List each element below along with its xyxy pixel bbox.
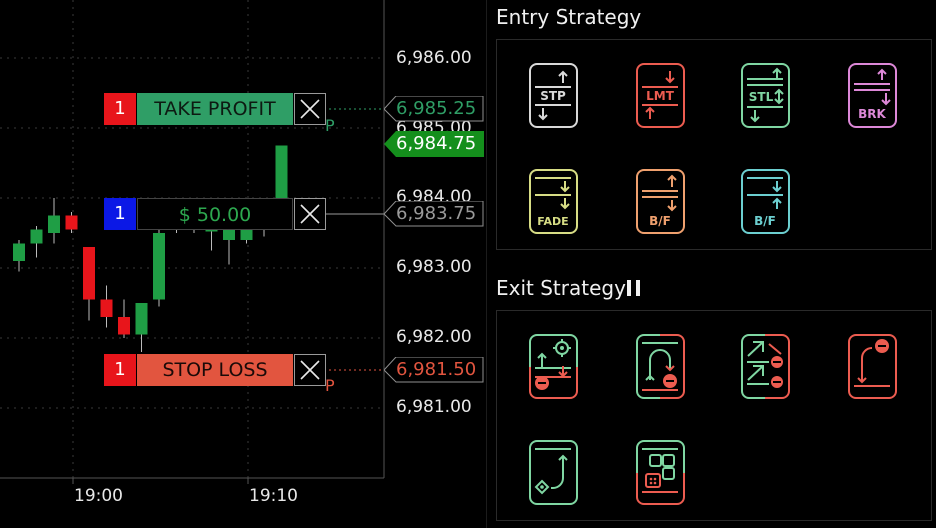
stop-limit-entry-icon: STL — [741, 63, 790, 128]
take-profit-marker: P — [325, 116, 335, 135]
time-axis-label: 19:10 — [249, 486, 298, 506]
exit-strategy-title: Exit Strategy — [496, 276, 626, 300]
price-chart[interactable]: 6,986.00 6,985.00 6,984.00 6,983.00 6,98… — [0, 0, 486, 528]
stop-loss-label[interactable]: STOP LOSS — [137, 354, 293, 386]
exit-target-stop-button[interactable] — [529, 334, 579, 400]
entry-breakout-button[interactable]: BRK — [848, 63, 898, 129]
candle-body — [100, 299, 113, 317]
candle-body — [153, 233, 165, 300]
exit-target-only-button[interactable] — [529, 440, 579, 506]
stop-exit-icon — [848, 334, 897, 399]
target-exit-icon — [529, 334, 578, 399]
exit-grid-button[interactable] — [636, 440, 686, 506]
stop-loss-marker: P — [325, 376, 335, 395]
stop-entry-icon: STP — [529, 63, 578, 128]
price-axis-label: 6,983.00 — [396, 257, 472, 277]
panel-divider — [486, 0, 487, 528]
exit-scale-out-button[interactable] — [741, 334, 791, 400]
entry-button-label: BRK — [858, 107, 886, 121]
close-icon — [300, 360, 320, 380]
order-qty[interactable]: 1 — [104, 93, 136, 125]
entry-break-fade-button[interactable]: B/F — [636, 169, 686, 235]
cancel-take-profit-button[interactable] — [294, 93, 326, 125]
pause-icon[interactable] — [627, 280, 641, 296]
entry-stop-limit-button[interactable]: STL — [741, 63, 791, 129]
scale-out-exit-icon — [741, 334, 790, 399]
stop-loss-price: 6,981.50 — [396, 359, 477, 380]
target-only-exit-icon — [529, 440, 578, 505]
candle-body — [223, 229, 235, 240]
take-profit-price: 6,985.25 — [396, 98, 477, 119]
entry-button-label: STL — [749, 90, 774, 104]
cancel-stop-loss-button[interactable] — [294, 354, 326, 386]
time-axis-label: 19:00 — [74, 486, 123, 506]
breakout-entry-icon: BRK — [848, 63, 897, 128]
close-position-button[interactable] — [294, 198, 326, 230]
close-icon — [300, 204, 320, 224]
position-pnl[interactable]: $ 50.00 — [137, 198, 293, 230]
entry-stop-button[interactable]: STP — [529, 63, 579, 129]
current-price: 6,984.75 — [396, 133, 477, 154]
candle-body — [83, 247, 95, 300]
exit-reverse-button[interactable] — [636, 334, 686, 400]
entry-strategy-panel: STP LMT STL BRK FADE B/F B/F — [496, 39, 932, 250]
candle-body — [275, 145, 288, 198]
position-price: 6,983.75 — [396, 203, 477, 224]
entry-button-label: B/F — [649, 214, 671, 228]
limit-entry-icon: LMT — [636, 63, 685, 128]
take-profit-label[interactable]: TAKE PROFIT — [137, 93, 293, 125]
entry-break-fade-alt-button[interactable]: B/F — [741, 169, 791, 235]
order-qty[interactable]: 1 — [104, 354, 136, 386]
position-qty[interactable]: 1 — [104, 198, 136, 230]
candle-body — [48, 215, 60, 233]
fade-entry-icon: FADE — [529, 169, 578, 234]
exit-strategy-panel — [496, 310, 932, 521]
candle-body — [13, 243, 25, 261]
entry-fade-button[interactable]: FADE — [529, 169, 579, 235]
candle-body — [30, 229, 43, 244]
entry-button-label: LMT — [646, 89, 675, 103]
price-axis-label: 6,982.00 — [396, 327, 472, 347]
candle-body — [118, 317, 130, 335]
price-axis-label: 6,986.00 — [396, 48, 472, 68]
reverse-exit-icon — [636, 334, 685, 399]
exit-stop-button[interactable] — [848, 334, 898, 400]
candle-body — [65, 215, 78, 230]
entry-button-label: FADE — [537, 215, 568, 228]
entry-button-label: STP — [540, 89, 566, 103]
grid-exit-icon — [636, 440, 685, 505]
entry-limit-button[interactable]: LMT — [636, 63, 686, 129]
price-axis-label: 6,981.00 — [396, 397, 472, 417]
entry-button-label: B/F — [754, 214, 776, 228]
candle-body — [135, 303, 148, 335]
break-fade-alt-entry-icon: B/F — [741, 169, 790, 234]
break-fade-entry-icon: B/F — [636, 169, 685, 234]
entry-strategy-title: Entry Strategy — [496, 5, 642, 29]
close-icon — [300, 99, 320, 119]
